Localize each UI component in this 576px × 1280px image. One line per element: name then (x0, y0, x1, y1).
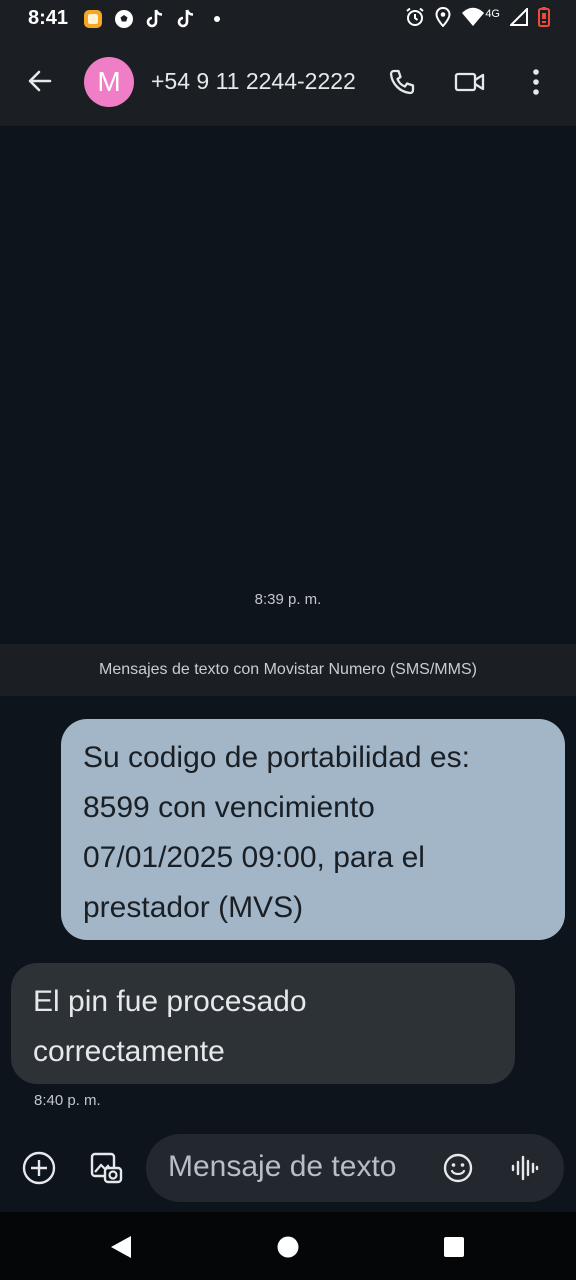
triangle-back-icon (111, 1236, 131, 1258)
network-type-label: 4G (485, 8, 500, 20)
add-attachment-button[interactable] (21, 1150, 57, 1186)
message-list[interactable]: 8:39 p. m. Mensajes de texto con Movista… (0, 126, 576, 1132)
message-line: correctamente (33, 1035, 225, 1068)
system-icons: 4G (405, 6, 550, 32)
video-call-button[interactable] (452, 64, 488, 100)
arrow-back-icon (28, 70, 52, 92)
incoming-message-bubble[interactable]: El pin fue procesado correctamente (11, 963, 515, 1084)
message-line: 8599 con vencimiento (83, 791, 375, 824)
banner-text: Mensajes de texto con Movistar Numero (S… (99, 661, 477, 678)
sms-provider-banner: Mensajes de texto con Movistar Numero (S… (0, 644, 576, 696)
message-timestamp: 8:40 p. m. (34, 1092, 101, 1109)
message-line: 07/01/2025 09:00, para el (83, 841, 425, 874)
square-recents-icon (444, 1237, 464, 1257)
conversation-header: M +54 9 11 2244-2222 (0, 40, 576, 126)
voice-message-button[interactable] (506, 1150, 542, 1186)
soccer-icon (113, 8, 135, 30)
more-options-button[interactable] (518, 64, 554, 100)
more-notifications-dot-icon (206, 8, 228, 30)
wifi-icon (461, 7, 485, 32)
message-line: El pin fue procesado (33, 985, 307, 1018)
message-line: Su codigo de portabilidad es: (83, 741, 470, 774)
message-line: prestador (MVS) (83, 891, 304, 924)
add-circle-icon (22, 1151, 56, 1185)
video-camera-icon (454, 72, 485, 92)
phone-icon (389, 69, 415, 95)
waveform-icon (511, 1155, 539, 1181)
more-vert-icon (533, 69, 539, 95)
message-input-placeholder[interactable]: Mensaje de texto (168, 1150, 396, 1184)
nav-recents-button[interactable] (441, 1234, 467, 1260)
notification-icons (82, 8, 228, 30)
status-time: 8:41 (28, 7, 69, 29)
circle-home-icon (277, 1236, 299, 1258)
emoji-button[interactable] (440, 1150, 476, 1186)
system-navigation-bar (0, 1212, 576, 1280)
gallery-button[interactable] (88, 1150, 124, 1186)
gallery-icon (90, 1152, 123, 1184)
call-button[interactable] (384, 64, 420, 100)
signal-icon (508, 6, 528, 31)
battery-low-icon (538, 6, 550, 32)
emoji-icon (443, 1153, 473, 1183)
nav-back-button[interactable] (108, 1234, 134, 1260)
location-icon (435, 6, 451, 32)
compose-bar: Mensaje de texto (0, 1132, 576, 1212)
outgoing-message-bubble[interactable]: Su codigo de portabilidad es: 8599 con v… (61, 719, 565, 940)
contact-number[interactable]: +54 9 11 2244-2222 (151, 68, 356, 95)
contact-avatar[interactable]: M (84, 57, 134, 107)
avatar-letter: M (97, 66, 121, 97)
message-input[interactable]: Mensaje de texto (146, 1134, 564, 1202)
tiktok-icon (175, 8, 197, 30)
back-button[interactable] (22, 63, 58, 99)
alarm-icon (405, 7, 425, 32)
tiktok-icon (144, 8, 166, 30)
app-icon (82, 8, 104, 30)
message-timestamp: 8:39 p. m. (254, 591, 322, 608)
status-bar: 8:41 4G (0, 0, 576, 40)
nav-home-button[interactable] (275, 1234, 301, 1260)
